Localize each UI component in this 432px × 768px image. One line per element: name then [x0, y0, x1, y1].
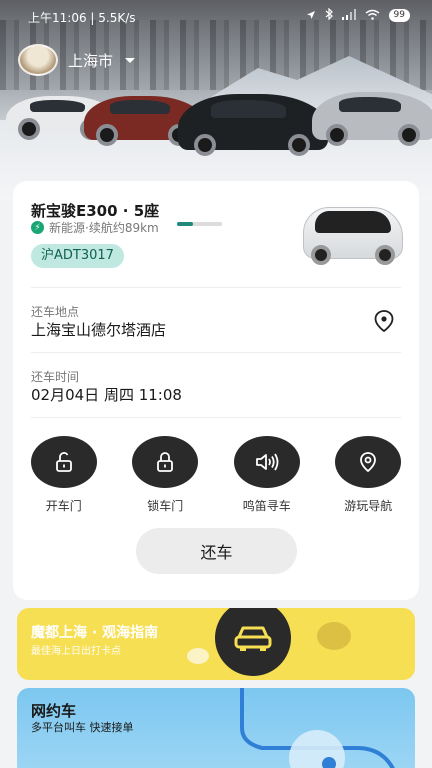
honk-find-car-button[interactable]: 鸣笛寻车	[216, 436, 318, 514]
location-icon[interactable]	[335, 436, 402, 488]
status-bar: 上午11:06 | 5.5K/s 99	[0, 0, 432, 32]
vehicle-energy: ⚡ 新能源·续航约89km	[31, 219, 159, 236]
car-icon	[215, 608, 291, 676]
return-time-value[interactable]: 02月04日 周四 11:08	[31, 384, 182, 405]
decorative-bubble	[317, 622, 351, 650]
divider	[31, 352, 401, 353]
speaker-icon[interactable]	[233, 436, 300, 488]
return-car-button[interactable]: 还车	[136, 528, 297, 574]
lock-door-label: 锁车门	[147, 499, 184, 513]
location-pin-icon[interactable]	[371, 308, 397, 334]
divider	[31, 287, 401, 288]
range-bar	[177, 222, 222, 226]
return-location-label: 还车地点	[31, 305, 80, 319]
vehicle-image	[297, 203, 409, 267]
tour-navigation-label: 游玩导航	[344, 499, 393, 513]
action-row: 开车门 锁车门 鸣笛寻车 游玩导航	[13, 436, 419, 514]
bluetooth-icon	[325, 7, 333, 23]
license-plate: 沪ADT3017	[31, 244, 124, 268]
unlock-door-button[interactable]: 开车门	[13, 436, 115, 514]
lock-door-button[interactable]: 锁车门	[115, 436, 217, 514]
rental-card: 新宝骏E300 · 5座 ⚡ 新能源·续航约89km 沪ADT3017 还车地点…	[13, 181, 419, 600]
honk-find-car-label: 鸣笛寻车	[242, 499, 291, 513]
lock-icon[interactable]	[132, 436, 199, 488]
range-bar-fill	[177, 222, 193, 226]
lightning-icon: ⚡	[31, 221, 44, 234]
wifi-icon	[365, 9, 380, 23]
return-location-value[interactable]: 上海宝山德尔塔酒店	[31, 319, 166, 340]
signal-icon	[341, 8, 356, 23]
banner-car-black	[178, 94, 328, 156]
promo-banner[interactable]: 魔都上海 · 观海指南 最佳海上日出打卡点	[17, 608, 415, 680]
decorative-bubble	[187, 648, 209, 664]
avatar[interactable]	[18, 44, 58, 76]
status-icons: 99	[306, 7, 410, 23]
divider	[31, 417, 401, 418]
status-time: 上午11:06 | 5.5K/s	[28, 11, 136, 25]
location-arrow-icon	[306, 9, 316, 23]
unlock-door-label: 开车门	[45, 499, 82, 513]
ride-subtitle: 多平台叫车 快速接单	[31, 721, 134, 734]
battery-indicator: 99	[388, 9, 410, 22]
vehicle-name: 新宝骏E300 · 5座	[31, 202, 160, 220]
banner-car-silver	[312, 92, 432, 146]
route-map-icon	[240, 688, 395, 768]
unlock-icon[interactable]	[30, 436, 97, 488]
ride-title: 网约车	[31, 702, 77, 720]
ride-hailing-banner[interactable]: 网约车 多平台叫车 快速接单	[17, 688, 415, 768]
city-selector[interactable]: 上海市	[18, 44, 136, 76]
chevron-down-icon[interactable]	[125, 57, 136, 63]
return-time-label: 还车时间	[31, 370, 80, 384]
city-name[interactable]: 上海市	[68, 50, 113, 71]
tour-navigation-button[interactable]: 游玩导航	[318, 436, 420, 514]
vehicle-energy-text: 新能源·续航约89km	[49, 221, 159, 235]
promo-title: 魔都上海 · 观海指南	[31, 625, 159, 641]
promo-subtitle: 最佳海上日出打卡点	[31, 646, 121, 657]
